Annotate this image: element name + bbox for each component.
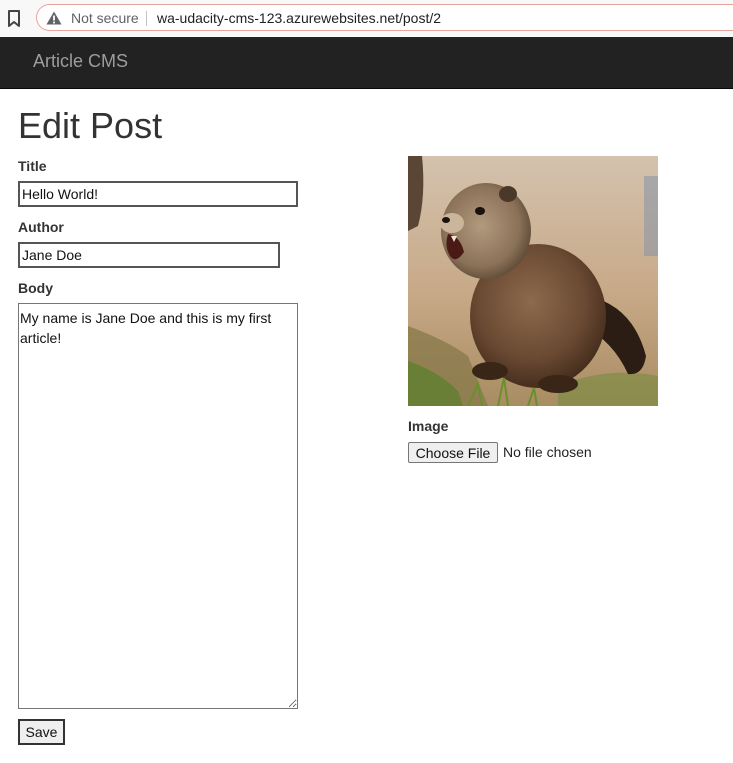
title-input[interactable]	[18, 181, 298, 207]
author-label: Author	[18, 219, 64, 235]
page-title: Edit Post	[18, 105, 163, 146]
image-label: Image	[408, 418, 449, 434]
save-button[interactable]: Save	[18, 719, 65, 745]
body-label: Body	[18, 280, 53, 296]
warning-icon	[46, 11, 62, 25]
post-image	[408, 156, 658, 406]
choose-file-button[interactable]: Choose File	[408, 442, 498, 463]
file-status-text: No file chosen	[503, 444, 592, 460]
title-label: Title	[18, 158, 47, 174]
address-bar[interactable]: Not secure wa-udacity-cms-123.azurewebsi…	[36, 4, 733, 31]
navbar: Article CMS	[0, 37, 733, 89]
url-text[interactable]: wa-udacity-cms-123.azurewebsites.net/pos…	[157, 10, 441, 26]
url-separator	[146, 11, 147, 26]
author-input[interactable]	[18, 242, 280, 268]
browser-toolbar: Not secure wa-udacity-cms-123.azurewebsi…	[0, 0, 733, 37]
navbar-brand[interactable]: Article CMS	[33, 51, 128, 72]
body-textarea[interactable]: My name is Jane Doe and this is my first…	[18, 303, 298, 709]
security-status[interactable]: Not secure	[71, 10, 139, 26]
bookmark-icon[interactable]	[6, 9, 22, 29]
